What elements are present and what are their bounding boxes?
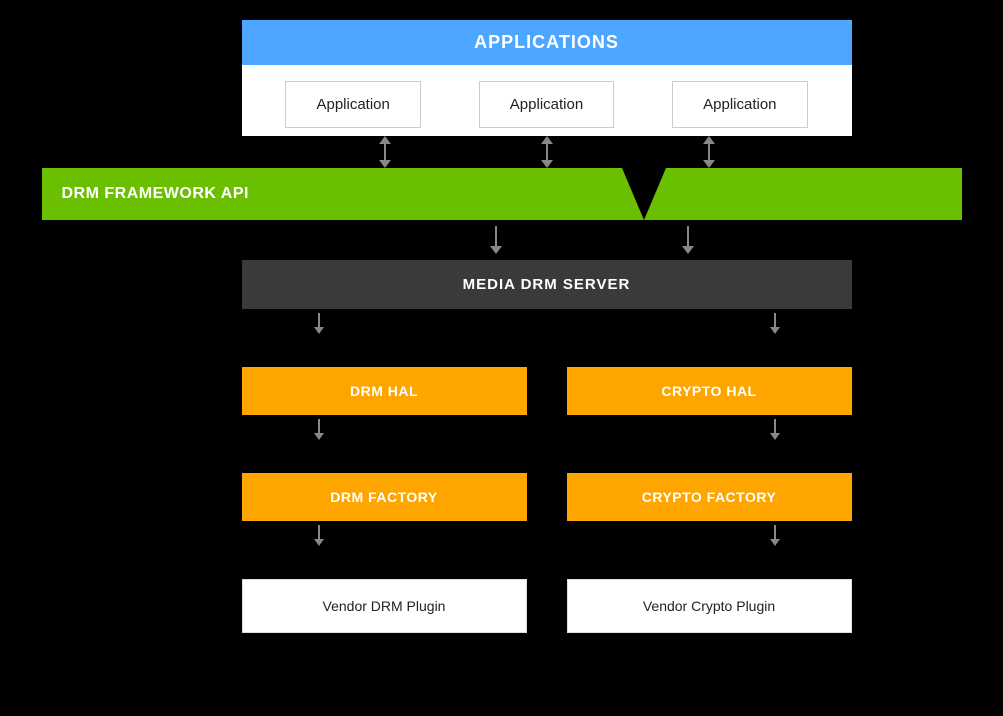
hfah (314, 433, 324, 440)
arr-up-1 (379, 136, 391, 144)
fpl (318, 525, 320, 539)
hfl (318, 419, 320, 433)
factory-row: DRM FACTORY CRYPTO FACTORY (242, 473, 852, 521)
hfl2 (774, 419, 776, 433)
arrow-3 (703, 136, 715, 168)
vline-3 (708, 144, 710, 160)
vline-1 (384, 144, 386, 160)
arr-down-1 (379, 160, 391, 168)
arr-down-2 (541, 160, 553, 168)
arrow-left (490, 226, 502, 254)
hf-arrow-left (314, 419, 324, 440)
applications-body: Application Application Application (242, 65, 852, 136)
sv-arrow-right (770, 313, 780, 334)
vendor-crypto-plugin-box: Vendor Crypto Plugin (567, 579, 852, 633)
crypto-hal-box: CRYPTO HAL (567, 367, 852, 415)
fp-arrow-right (770, 525, 780, 546)
svl (318, 313, 320, 327)
factory-to-plugin-arrows (242, 521, 852, 549)
svl2 (774, 313, 776, 327)
applications-block: APPLICATIONS Application Application App… (242, 20, 852, 136)
app-box-1: Application (285, 81, 420, 128)
sah (314, 327, 324, 334)
arrow-group (490, 226, 694, 254)
notch-cutout (622, 168, 666, 220)
media-drm-server: MEDIA DRM SERVER (242, 260, 852, 309)
ah (490, 246, 502, 254)
fpl2 (774, 525, 776, 539)
hal-row: DRM HAL CRYPTO HAL (242, 367, 852, 415)
app-box-3: Application (672, 81, 807, 128)
server-to-hal-arrows (242, 309, 852, 337)
vl (495, 226, 497, 246)
drm-framework-row: DRM FRAMEWORK API (42, 168, 962, 220)
vline-2 (546, 144, 548, 160)
hal-to-factory-arrows (242, 415, 852, 443)
arr-up-3 (703, 136, 715, 144)
drm-factory-box: DRM FACTORY (242, 473, 527, 521)
vendor-drm-plugin-box: Vendor DRM Plugin (242, 579, 527, 633)
fpah (314, 539, 324, 546)
diagram-container: APPLICATIONS Application Application App… (0, 20, 1003, 633)
fpah2 (770, 539, 780, 546)
sv-arrow-left (314, 313, 324, 334)
arrows-apps-to-drm (242, 136, 852, 168)
hf-arrow-right (770, 419, 780, 440)
arr-up-2 (541, 136, 553, 144)
arr-down-3 (703, 160, 715, 168)
crypto-factory-box: CRYPTO FACTORY (567, 473, 852, 521)
ah2 (682, 246, 694, 254)
sah2 (770, 327, 780, 334)
applications-header: APPLICATIONS (242, 20, 852, 65)
vl2 (687, 226, 689, 246)
drm-framework-label: DRM FRAMEWORK API (62, 185, 249, 203)
arrow-right (682, 226, 694, 254)
hfah2 (770, 433, 780, 440)
arrow-2 (541, 136, 553, 168)
arrow-1 (379, 136, 391, 168)
plugin-row: Vendor DRM Plugin Vendor Crypto Plugin (242, 579, 852, 633)
app-box-2: Application (479, 81, 614, 128)
framework-to-server-arrows (42, 220, 962, 260)
drm-hal-box: DRM HAL (242, 367, 527, 415)
fp-arrow-left (314, 525, 324, 546)
drm-framework-bar: DRM FRAMEWORK API (42, 168, 962, 220)
